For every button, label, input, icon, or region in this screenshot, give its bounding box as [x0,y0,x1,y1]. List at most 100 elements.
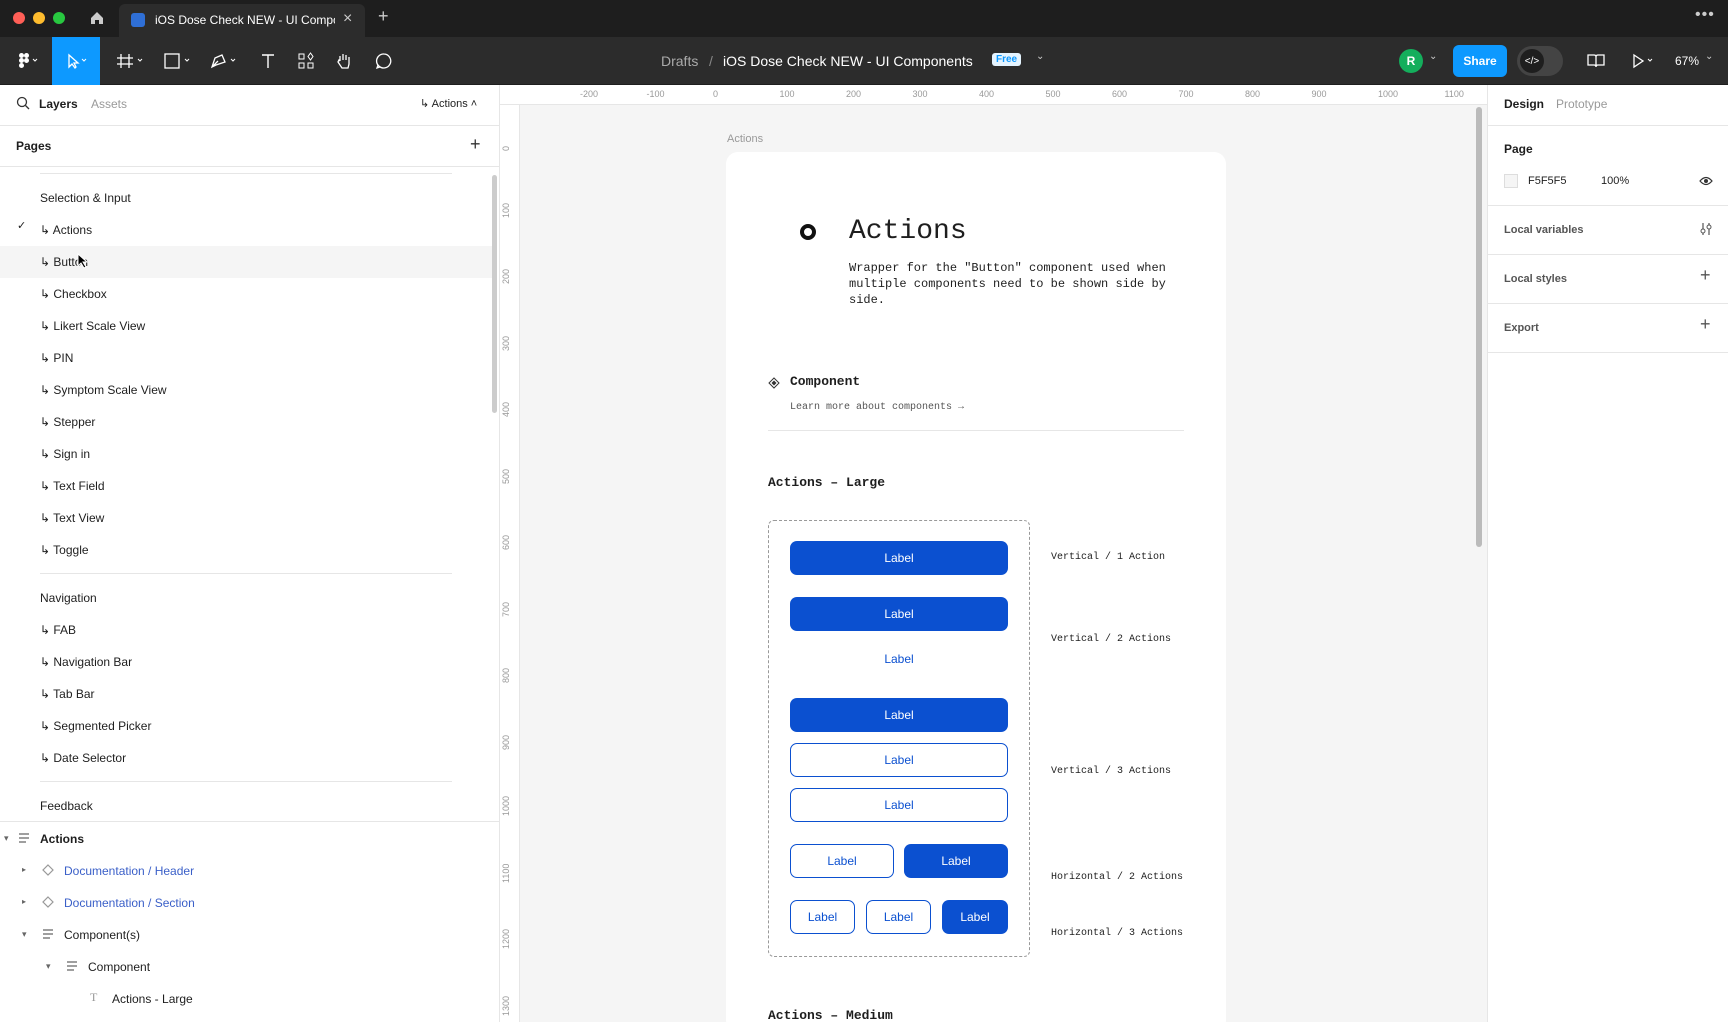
comment-tool-button[interactable] [370,37,398,85]
layer-frame-actions[interactable]: Actions [40,832,84,846]
library-button[interactable] [1584,37,1608,85]
close-window-button[interactable] [13,12,25,24]
expand-caret-icon[interactable]: ▸ [22,865,26,874]
collapse-caret-icon[interactable]: ▾ [46,961,51,972]
maximize-window-button[interactable] [53,12,65,24]
tab-design[interactable]: Design [1504,97,1544,111]
page-color-value[interactable]: F5F5F5 [1528,175,1567,187]
more-options-icon[interactable]: ••• [1695,6,1715,24]
collapse-caret-icon[interactable]: ▾ [4,833,9,844]
share-button[interactable]: Share [1453,45,1507,77]
ruler-tick-label: 500 [501,468,511,484]
page-item[interactable]: Selection & Input [40,191,131,205]
page-switcher[interactable]: ↳ Actions ˄ [420,97,477,110]
page-opacity-value[interactable]: 100% [1601,175,1629,187]
page-color-swatch[interactable] [1504,174,1518,188]
primary-button[interactable]: Label [790,597,1008,631]
new-tab-icon[interactable]: + [378,6,389,27]
file-menu-chevron-icon[interactable]: ⌄ [1036,51,1044,62]
frame-tool-button[interactable] [112,37,148,85]
page-item-actions[interactable]: ↳ Actions [40,223,92,237]
tab-prototype[interactable]: Prototype [1556,97,1607,111]
add-page-icon[interactable]: + [470,134,481,155]
zoom-chevron-icon[interactable]: ⌄ [1705,51,1713,62]
avatar-chevron-icon[interactable]: ⌄ [1429,51,1437,62]
page-item[interactable]: ↳ PIN [40,351,73,365]
divider [1488,254,1728,255]
tab-layers[interactable]: Layers [39,97,78,111]
hand-icon [337,54,350,69]
page-item[interactable]: ↳ Toggle [40,543,89,557]
learn-more-link[interactable]: Learn more about components → [790,402,964,413]
breadcrumb-drafts[interactable]: Drafts [661,53,698,69]
text-layer-icon: T [90,990,98,1004]
local-styles-label[interactable]: Local styles [1504,273,1567,285]
canvas[interactable]: Actions Actions Wrapper for the "Button"… [521,105,1487,1022]
move-tool-button[interactable] [52,37,100,85]
pages-scrollbar[interactable] [492,175,497,413]
primary-button[interactable]: Label [790,698,1008,732]
page-item[interactable]: ↳ Stepper [40,415,95,429]
variants-container[interactable] [768,520,1030,957]
hand-tool-button[interactable] [330,37,358,85]
page-item[interactable]: Navigation [40,591,97,605]
page-item[interactable]: ↳ Segmented Picker [40,719,151,733]
page-item[interactable]: ↳ Date Selector [40,751,126,765]
documentation-frame[interactable]: Actions Wrapper for the "Button" compone… [726,152,1226,1022]
tab-assets[interactable]: Assets [91,97,127,111]
page-item[interactable]: ↳ Sign in [40,447,90,461]
page-item[interactable]: ↳ Symptom Scale View [40,383,167,397]
text-button[interactable]: Label [790,642,1008,676]
dev-mode-toggle[interactable]: </> [1517,46,1563,76]
collapse-caret-icon[interactable]: ▾ [22,929,27,940]
page-item[interactable]: Feedback [40,799,93,813]
add-export-icon[interactable]: + [1700,314,1711,335]
shape-tool-button[interactable] [160,37,196,85]
variables-adjust-icon[interactable] [1699,222,1713,236]
text-tool-button[interactable] [254,37,282,85]
page-item[interactable]: ↳ Navigation Bar [40,655,132,669]
page-item[interactable]: ↳ FAB [40,623,76,637]
component-heading: Component [790,374,861,389]
home-icon[interactable] [89,10,105,26]
layer-text[interactable]: Actions - Large [112,992,193,1006]
layer-instance[interactable]: Documentation / Header [64,864,194,878]
primary-button[interactable]: Label [790,541,1008,575]
export-label[interactable]: Export [1504,322,1539,334]
present-button[interactable] [1629,37,1659,85]
close-tab-icon[interactable]: × [343,10,352,28]
secondary-button[interactable]: Label [790,743,1008,777]
pen-tool-button[interactable] [206,37,242,85]
minimize-window-button[interactable] [33,12,45,24]
variant-label: Horizontal / 2 Actions [1051,872,1184,883]
component-diamond-icon [768,377,780,389]
layer-frame[interactable]: Component(s) [64,928,140,942]
canvas-scrollbar[interactable] [1476,107,1482,547]
page-item[interactable]: ↳ Checkbox [40,287,107,301]
avatar[interactable]: R [1399,49,1423,73]
instance-icon [42,896,54,908]
resources-tool-button[interactable] [292,37,320,85]
primary-button[interactable]: Label [904,844,1008,878]
layer-frame[interactable]: Component [88,960,150,974]
layer-instance[interactable]: Documentation / Section [64,896,195,910]
file-tab[interactable]: iOS Dose Check NEW - UI Components × [119,4,365,37]
frame-label[interactable]: Actions [727,133,763,145]
add-style-icon[interactable]: + [1700,265,1711,286]
secondary-button[interactable]: Label [790,844,894,878]
primary-button[interactable]: Label [942,900,1008,934]
page-item[interactable]: ↳ Text Field [40,479,105,493]
page-item[interactable]: ↳ Likert Scale View [40,319,145,333]
secondary-button[interactable]: Label [866,900,931,934]
local-variables-label[interactable]: Local variables [1504,224,1584,236]
secondary-button[interactable]: Label [790,788,1008,822]
file-name[interactable]: iOS Dose Check NEW - UI Components [723,53,973,69]
secondary-button[interactable]: Label [790,900,855,934]
visibility-eye-icon[interactable] [1699,175,1713,187]
main-menu-button[interactable] [10,37,46,85]
page-item[interactable]: ↳ Tab Bar [40,687,95,701]
search-icon[interactable] [16,96,30,110]
expand-caret-icon[interactable]: ▸ [22,897,26,906]
page-item[interactable]: ↳ Text View [40,511,104,525]
zoom-level[interactable]: 67% [1675,54,1699,68]
